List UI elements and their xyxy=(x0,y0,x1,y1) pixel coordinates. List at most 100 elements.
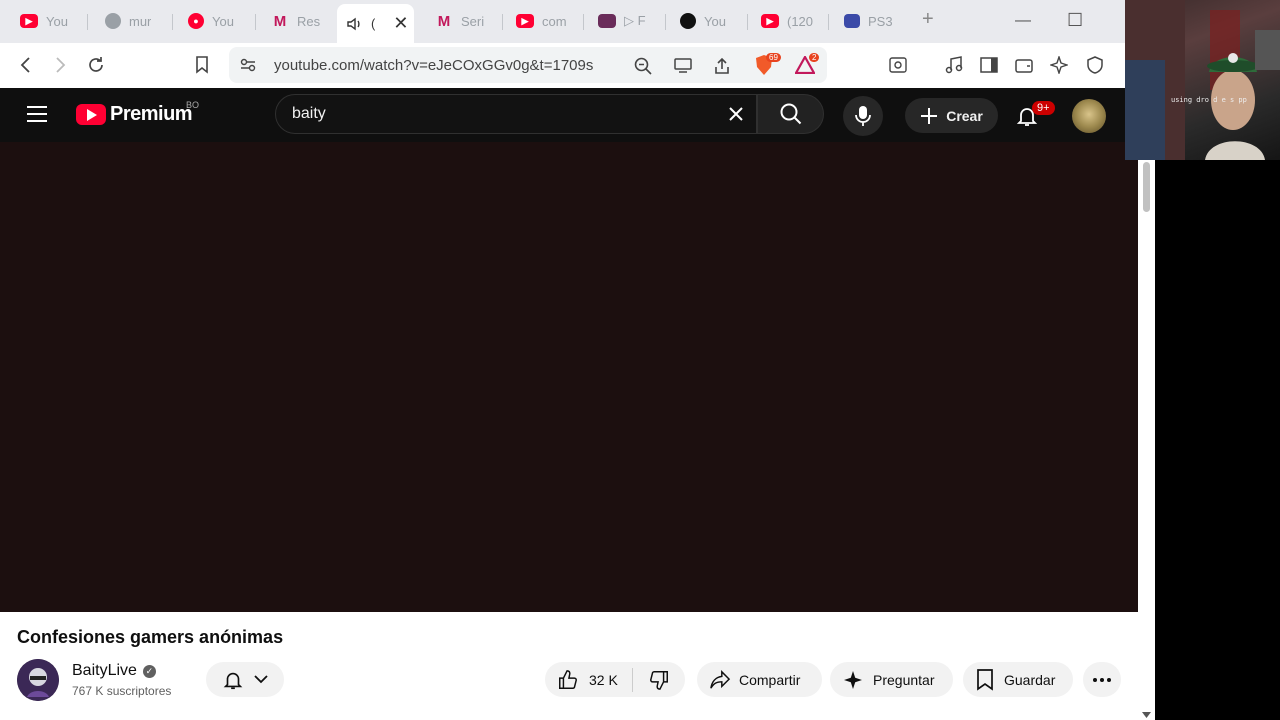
reload-icon xyxy=(89,57,103,72)
search-input[interactable]: baity xyxy=(275,94,757,134)
clear-search-icon[interactable] xyxy=(722,100,750,128)
youtube-icon: ▶ xyxy=(20,14,38,28)
tab-youtube-2[interactable]: ▶ com xyxy=(506,4,584,38)
reader-icon xyxy=(889,57,907,73)
m-icon: M xyxy=(273,12,287,30)
close-tab-icon[interactable]: ✕ xyxy=(393,13,408,34)
save-button[interactable]: Guardar xyxy=(963,662,1073,697)
forward-button[interactable] xyxy=(48,53,72,77)
search-button[interactable] xyxy=(757,94,824,134)
reader-mode-button[interactable] xyxy=(886,53,910,77)
verified-icon: ✓ xyxy=(142,664,156,678)
vpn-button[interactable] xyxy=(1083,53,1107,77)
tab-title: ▷ F xyxy=(624,13,646,28)
shields-count-badge: 69 xyxy=(766,53,781,62)
url-text[interactable]: youtube.com/watch?v=eJeCOxGGv0g&t=1709s xyxy=(274,57,593,74)
bookmark-icon xyxy=(196,56,208,74)
browser-toolbar: youtube.com/watch?v=eJeCOxGGv0g&t=1709s … xyxy=(0,43,1125,88)
share-label: Compartir xyxy=(739,671,801,688)
tab-m-1[interactable]: M Res xyxy=(261,4,339,38)
like-dislike-group: 32 K xyxy=(545,662,685,697)
create-label: Crear xyxy=(946,107,983,124)
leo-ai-button[interactable] xyxy=(1047,53,1071,77)
new-tab-button[interactable]: + xyxy=(922,8,934,31)
menu-icon[interactable] xyxy=(27,106,47,122)
youtube-play-icon xyxy=(76,104,106,125)
tab-title: You xyxy=(46,13,68,29)
page-scrollbar[interactable] xyxy=(1138,142,1155,720)
maximize-button[interactable]: ☐ xyxy=(1067,10,1083,31)
video-info: Confesiones gamers anónimas BaityLive ✓ … xyxy=(0,612,1138,720)
back-button[interactable] xyxy=(14,53,38,77)
more-horizontal-icon xyxy=(1093,677,1111,682)
tab-m-2[interactable]: M Seri xyxy=(425,4,503,38)
channel-avatar[interactable] xyxy=(17,659,59,701)
bookmark-button[interactable] xyxy=(190,53,214,77)
share-page-icon[interactable] xyxy=(713,57,731,75)
sparkle-icon xyxy=(1050,56,1068,74)
video-player[interactable] xyxy=(0,142,1138,612)
more-actions-button[interactable] xyxy=(1083,662,1121,697)
cast-icon[interactable] xyxy=(673,57,693,73)
youtube-music-icon: ● xyxy=(188,13,204,29)
browser-window: ▶ You mur ● You M Res ( ✕ M Seri ▶ com ▷… xyxy=(0,0,1125,88)
media-button[interactable] xyxy=(942,53,966,77)
logo-text: Premium xyxy=(110,103,193,125)
image-icon xyxy=(598,14,616,28)
tab-youtube-3[interactable]: ▶ (120 xyxy=(751,4,829,38)
scroll-down-icon[interactable] xyxy=(1142,712,1151,718)
like-button[interactable]: 32 K xyxy=(545,667,633,692)
ask-label: Preguntar xyxy=(873,671,935,688)
scrollbar-thumb[interactable] xyxy=(1143,162,1150,212)
reload-button[interactable] xyxy=(84,53,108,77)
tab-ps3[interactable]: PS3 xyxy=(834,4,912,38)
search-value[interactable]: baity xyxy=(292,105,326,123)
user-avatar[interactable] xyxy=(1072,99,1106,133)
tab-image[interactable]: ▷ F xyxy=(588,4,666,38)
youtube-icon: ▶ xyxy=(761,14,779,28)
voice-search-button[interactable] xyxy=(843,96,883,136)
share-icon xyxy=(710,669,731,689)
wallet-button[interactable] xyxy=(1012,53,1036,77)
tab-bar: ▶ You mur ● You M Res ( ✕ M Seri ▶ com ▷… xyxy=(0,0,1125,43)
chevron-down-icon xyxy=(254,675,268,684)
save-label: Guardar xyxy=(1004,671,1056,688)
forward-icon xyxy=(56,57,66,73)
share-button[interactable]: Compartir xyxy=(697,662,822,697)
tab-globe[interactable]: mur xyxy=(95,4,173,38)
switch-icon xyxy=(680,13,696,29)
m-icon: M xyxy=(437,12,451,30)
thumbs-up-icon xyxy=(559,669,577,689)
sparkle-icon xyxy=(844,670,862,689)
speaker-icon xyxy=(347,17,360,30)
tab-title: com xyxy=(542,13,567,29)
zoom-out-icon[interactable] xyxy=(634,57,652,75)
tab-switch[interactable]: You xyxy=(670,4,748,38)
tab-title: Res xyxy=(297,13,321,29)
address-bar[interactable]: youtube.com/watch?v=eJeCOxGGv0g&t=1709s … xyxy=(229,47,827,83)
tab-title: (120 xyxy=(787,13,814,29)
microphone-icon xyxy=(855,106,871,126)
tab-active[interactable]: ( ✕ xyxy=(337,4,414,43)
create-button[interactable]: Crear xyxy=(905,98,998,133)
tab-youtube-1[interactable]: ▶ You xyxy=(10,4,88,38)
subscription-notifications-button[interactable] xyxy=(206,662,284,697)
minimize-button[interactable]: — xyxy=(1015,12,1031,30)
dislike-button[interactable] xyxy=(633,669,685,691)
channel-name-text[interactable]: BaityLive xyxy=(72,662,137,680)
bell-icon xyxy=(223,672,243,689)
back-icon xyxy=(20,57,30,73)
youtube-premium-logo[interactable]: Premium xyxy=(76,103,193,126)
search-icon xyxy=(780,103,801,125)
like-count: 32 K xyxy=(589,671,618,688)
site-settings-icon[interactable] xyxy=(240,58,256,72)
sidebar-icon xyxy=(980,57,998,73)
notification-count-badge: 9+ xyxy=(1032,101,1055,115)
tab-title: You xyxy=(704,13,726,29)
tab-title: You xyxy=(212,13,234,29)
ask-button[interactable]: Preguntar xyxy=(830,662,953,697)
channel-name[interactable]: BaityLive ✓ xyxy=(72,662,156,680)
tab-youtube-music[interactable]: ● You xyxy=(178,4,256,38)
tab-title: mur xyxy=(129,13,152,29)
sidebar-button[interactable] xyxy=(977,53,1001,77)
